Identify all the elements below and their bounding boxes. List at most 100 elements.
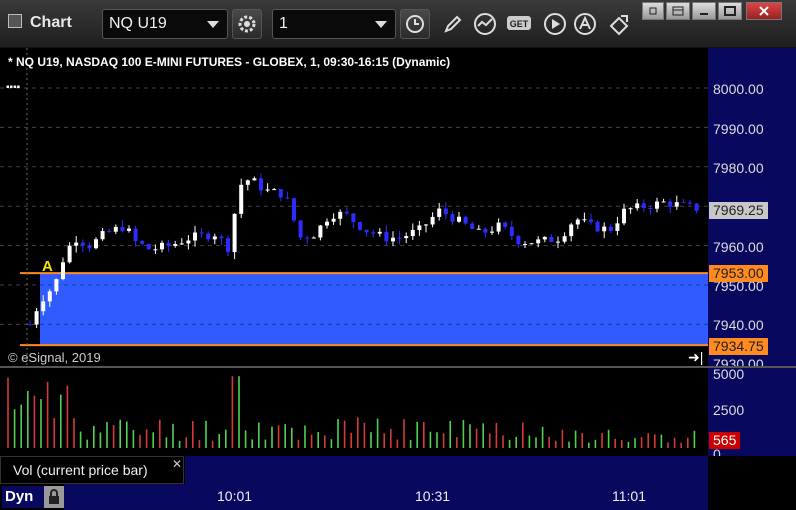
close-button[interactable] <box>746 2 782 20</box>
candle-body <box>54 279 59 292</box>
candle-body <box>635 203 640 209</box>
price-label: 7980.00 <box>713 160 764 176</box>
current-price-tag: 7969.25 <box>709 202 768 219</box>
candle-body <box>483 228 488 233</box>
chart-window-icon <box>8 14 22 28</box>
interval-value: 1 <box>279 15 288 32</box>
candle-body <box>569 224 574 237</box>
candle-body <box>371 232 376 234</box>
gear-icon <box>238 15 256 33</box>
candle-body <box>278 189 283 198</box>
settings-button[interactable] <box>232 9 262 39</box>
candle-body <box>536 239 541 244</box>
tile-button[interactable] <box>666 2 690 20</box>
candle-body <box>67 245 72 263</box>
interval-input[interactable]: 1 <box>272 9 396 39</box>
price-label: 7990.00 <box>713 121 764 137</box>
candle-body <box>153 249 158 251</box>
chevron-down-icon[interactable] <box>207 21 219 28</box>
time-label: 10:01 <box>217 488 253 504</box>
candle-body <box>179 243 184 245</box>
candle-body <box>463 216 468 224</box>
tile-icon <box>672 6 684 16</box>
candle-body <box>80 242 85 246</box>
candle-body <box>87 245 92 249</box>
study-title: * NQ U19, NASDAQ 100 E-MINI FUTURES - GL… <box>8 55 451 69</box>
candle-body <box>74 242 79 246</box>
play-icon <box>544 13 566 35</box>
pencil-draw-button[interactable] <box>440 11 466 37</box>
alerts-button[interactable] <box>572 11 598 37</box>
candle-body <box>523 244 527 246</box>
copyright-text: © eSignal, 2019 <box>8 350 101 365</box>
lock-button[interactable] <box>44 486 64 508</box>
line-chart-icon <box>474 13 496 35</box>
current-volume-tag: 565 <box>709 432 741 449</box>
help-button[interactable] <box>642 2 664 20</box>
marker-a: A <box>42 258 53 275</box>
candle-body <box>358 222 362 230</box>
candle-body <box>212 236 217 240</box>
candle-body <box>424 224 428 226</box>
time-label: 10:31 <box>415 488 451 504</box>
candle-body <box>450 214 455 222</box>
get-button[interactable]: GET <box>506 11 532 37</box>
candle-body <box>648 207 653 209</box>
candle-body <box>595 221 600 232</box>
close-icon[interactable]: ✕ <box>172 457 182 471</box>
candle-body <box>443 208 448 215</box>
candle-body <box>509 226 514 236</box>
candle-body <box>628 208 633 210</box>
candle-body <box>305 237 310 239</box>
candle-body <box>41 301 46 312</box>
dynamic-mode-label[interactable]: Dyn <box>2 486 44 508</box>
clock-icon <box>406 15 424 33</box>
candle-body <box>575 219 580 225</box>
play-button[interactable] <box>542 11 568 37</box>
candle-body <box>285 197 290 199</box>
candle-body <box>655 201 659 209</box>
studies-button[interactable] <box>472 11 498 37</box>
candle-body <box>615 223 620 231</box>
candle-body <box>490 231 494 233</box>
candle-body <box>549 236 554 243</box>
candle-body <box>668 201 673 207</box>
candle-body <box>608 226 613 231</box>
candle-body <box>325 221 329 226</box>
candle-body <box>391 237 395 242</box>
candle-body <box>199 232 204 234</box>
minimize-button[interactable] <box>692 2 716 20</box>
time-button[interactable] <box>400 9 430 39</box>
symbol-value: NQ U19 <box>109 15 167 32</box>
candle-body <box>542 236 547 240</box>
volume-legend[interactable]: Vol (current price bar) ✕ <box>0 456 184 484</box>
chevron-down-icon[interactable] <box>375 21 387 28</box>
candle-body <box>193 232 197 241</box>
candle-body <box>661 201 666 203</box>
candle-body <box>582 219 587 221</box>
candle-body <box>107 231 112 233</box>
candle-body <box>127 228 131 231</box>
scroll-to-end-icon[interactable]: ➜| <box>688 349 703 366</box>
candle-body <box>160 242 164 250</box>
candle-body <box>94 239 98 249</box>
link-button[interactable] <box>606 11 632 37</box>
candle-body <box>556 241 560 243</box>
candle-body <box>410 229 415 237</box>
price-label: 7960.00 <box>713 239 764 255</box>
candle-body <box>219 236 224 239</box>
candle-body <box>338 211 343 219</box>
maximize-button[interactable] <box>718 2 742 20</box>
price-chart: A ▪▪▪▪ <box>0 48 708 366</box>
symbol-input[interactable]: NQ U19 <box>102 9 228 39</box>
candle-body <box>516 235 521 245</box>
link-arrows-icon <box>609 15 629 36</box>
candle-body <box>384 231 389 242</box>
alert-a-icon <box>574 13 596 35</box>
candle-body <box>245 180 250 185</box>
candle-body <box>476 228 481 230</box>
candle-body <box>589 219 593 222</box>
candle-body <box>404 236 409 239</box>
candle-body <box>311 237 316 239</box>
candle-body <box>47 291 52 302</box>
